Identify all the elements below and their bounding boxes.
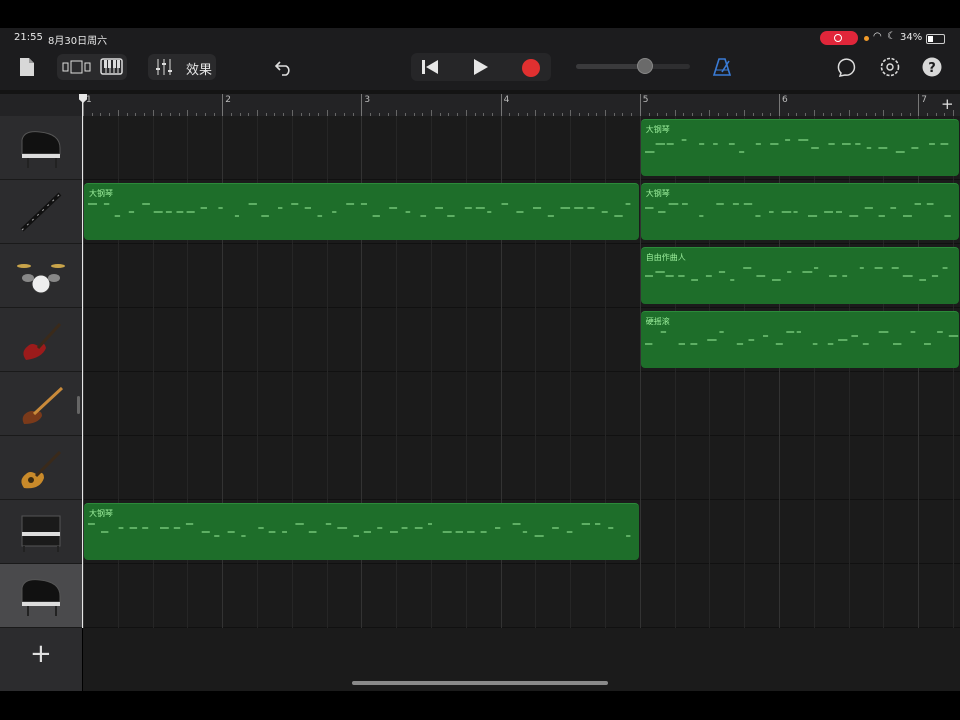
track-lane[interactable] bbox=[83, 564, 960, 628]
region-note-marks bbox=[88, 523, 631, 537]
ruler-bar-number: 7 bbox=[921, 95, 927, 105]
ruler-bar-number: 2 bbox=[225, 95, 231, 105]
track-lane[interactable] bbox=[83, 372, 960, 436]
battery-icon bbox=[926, 34, 945, 44]
tracks-grid[interactable]: 大钢琴 大钢琴 大钢琴 自由作曲人 硬摇滚 大钢琴 bbox=[83, 116, 960, 628]
status-bar: 21:55 8月30日周六 ◠ ☾ 34% bbox=[0, 28, 960, 48]
track-region[interactable]: 大钢琴 bbox=[84, 183, 639, 240]
settings-icon[interactable] bbox=[879, 56, 901, 78]
electric-guitar-icon bbox=[23, 322, 62, 360]
track-header[interactable] bbox=[0, 244, 82, 308]
region-note-marks bbox=[644, 331, 958, 345]
region-notes bbox=[644, 267, 948, 281]
track-region[interactable]: 大钢琴 bbox=[640, 119, 959, 176]
region-notes bbox=[88, 203, 631, 217]
region-note-marks bbox=[88, 203, 631, 217]
help-icon[interactable]: ? bbox=[922, 57, 942, 77]
track-lane[interactable] bbox=[83, 436, 960, 500]
header-resize-handle[interactable] bbox=[77, 396, 80, 414]
timeline-ruler[interactable]: 1234567 bbox=[83, 94, 960, 116]
master-volume-knob[interactable] bbox=[637, 58, 653, 74]
clarinet-icon bbox=[20, 192, 62, 232]
track-region[interactable]: 大钢琴 bbox=[84, 503, 639, 560]
status-date: 8月30日周六 bbox=[48, 36, 108, 47]
do-not-disturb-icon: ☾ bbox=[887, 31, 896, 42]
track-headers bbox=[0, 116, 82, 691]
grand-piano-icon bbox=[21, 579, 61, 616]
battery-percent: 34% bbox=[900, 32, 923, 43]
track-header[interactable] bbox=[0, 500, 82, 564]
ruler-bar-number: 6 bbox=[782, 95, 788, 105]
home-indicator[interactable] bbox=[352, 681, 608, 685]
region-notes bbox=[644, 139, 949, 153]
ruler-bar-number: 3 bbox=[364, 95, 371, 105]
ruler-bar-line bbox=[918, 94, 920, 116]
bass-guitar-icon bbox=[22, 386, 64, 424]
play-icon[interactable] bbox=[473, 58, 489, 76]
track-header[interactable] bbox=[0, 116, 82, 180]
playhead[interactable] bbox=[82, 94, 83, 628]
add-section-button[interactable]: + bbox=[941, 95, 954, 113]
region-notes bbox=[88, 523, 631, 537]
ruler-bar-line bbox=[222, 94, 224, 116]
svg-text:?: ? bbox=[928, 61, 936, 76]
track-header[interactable] bbox=[0, 372, 82, 436]
region-note-marks bbox=[644, 139, 949, 153]
region-note-marks bbox=[644, 203, 951, 217]
wifi-icon: ◠ bbox=[873, 31, 882, 42]
ruler-corner bbox=[0, 94, 83, 116]
track-header[interactable] bbox=[0, 180, 82, 244]
master-volume-fill bbox=[576, 64, 645, 69]
track-header[interactable] bbox=[0, 436, 82, 500]
ruler-bar-line bbox=[779, 94, 780, 116]
mic-indicator-icon bbox=[864, 36, 869, 41]
effects-label: 效果 bbox=[186, 63, 213, 78]
ruler-bar-number: 5 bbox=[642, 95, 649, 105]
bottom-letterbox bbox=[0, 691, 960, 720]
screen-record-indicator-icon[interactable] bbox=[820, 31, 858, 45]
drum-kit-icon bbox=[17, 264, 65, 294]
metronome-icon[interactable] bbox=[712, 57, 732, 77]
add-track-button[interactable]: + bbox=[30, 641, 52, 667]
ruler-bar-line bbox=[500, 94, 502, 116]
tracks-view-icon[interactable] bbox=[62, 60, 92, 74]
region-note-marks bbox=[644, 267, 948, 281]
rewind-icon[interactable] bbox=[421, 59, 439, 75]
keyboard-icon[interactable] bbox=[100, 58, 123, 75]
document-icon[interactable] bbox=[19, 57, 35, 77]
status-time: 21:55 bbox=[14, 32, 43, 43]
loop-icon[interactable] bbox=[837, 57, 859, 77]
track-region[interactable]: 自由作曲人 bbox=[640, 247, 959, 304]
region-notes bbox=[644, 203, 951, 217]
track-region[interactable]: 大钢琴 bbox=[640, 183, 959, 240]
track-header[interactable] bbox=[0, 564, 82, 628]
record-icon[interactable] bbox=[521, 58, 541, 78]
mixer-icon bbox=[156, 59, 172, 75]
acoustic-guitar-icon bbox=[21, 450, 62, 489]
ruler-bar-number: 4 bbox=[503, 95, 510, 105]
track-header[interactable] bbox=[0, 308, 82, 372]
region-notes bbox=[644, 331, 958, 345]
ruler-bar-line bbox=[639, 94, 641, 116]
top-letterbox bbox=[0, 0, 960, 28]
grand-piano-icon bbox=[21, 131, 61, 168]
track-region[interactable]: 硬摇滚 bbox=[640, 311, 959, 368]
undo-icon[interactable] bbox=[274, 58, 294, 76]
upright-piano-icon bbox=[21, 515, 61, 552]
ruler-bar-line bbox=[361, 94, 363, 116]
